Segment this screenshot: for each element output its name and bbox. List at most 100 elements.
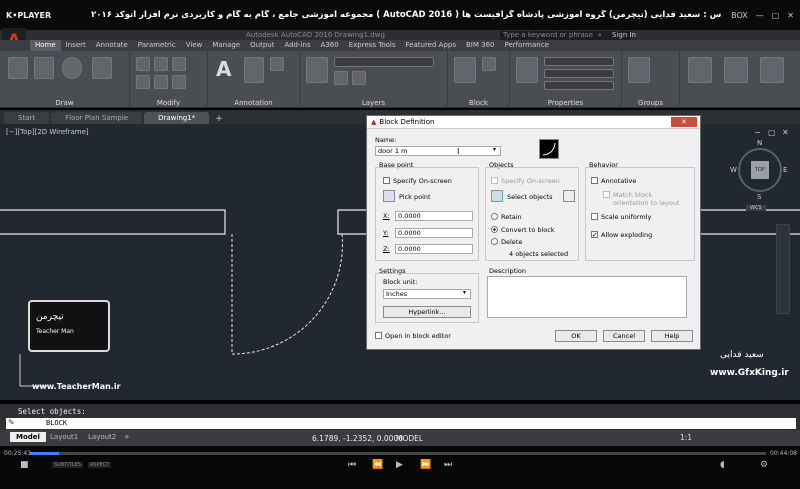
polyline-icon[interactable] [34, 57, 54, 79]
command-input[interactable]: BLOCK [6, 418, 796, 429]
name-dropdown-icon[interactable]: ▾ [493, 146, 496, 153]
clipboard-icon[interactable] [724, 57, 748, 83]
create-block-icon[interactable] [482, 57, 496, 71]
line-icon[interactable] [8, 57, 28, 79]
mirror-icon[interactable] [154, 75, 168, 89]
help-button[interactable]: Help [651, 330, 693, 342]
add-layout-icon[interactable]: + [118, 432, 136, 442]
circle-icon[interactable] [62, 57, 82, 79]
panel-block-title[interactable]: Block [448, 99, 509, 107]
viewport-minimize-icon[interactable]: − [754, 128, 761, 137]
model-space-button[interactable]: MODEL [396, 434, 423, 443]
select-objects-button[interactable]: Select objects [507, 193, 553, 201]
linetype-dropdown[interactable] [544, 69, 614, 78]
pick-point-icon[interactable] [383, 190, 395, 202]
subtitles-label[interactable]: SUBTITLES [52, 462, 83, 468]
layer-off-icon[interactable] [334, 71, 348, 85]
unit-dropdown-icon[interactable]: ▾ [463, 289, 466, 296]
panel-groups-title[interactable]: Groups [622, 99, 679, 107]
match-orientation-checkbox[interactable] [603, 191, 610, 198]
search-icon[interactable]: ⌕ [598, 31, 602, 40]
doc-tab-floor-plan[interactable]: Floor Plan Sample [51, 112, 143, 124]
dimension-icon[interactable] [244, 57, 264, 83]
maximize-icon[interactable]: ▢ [772, 11, 780, 20]
viewcube-south[interactable]: S [757, 193, 761, 201]
layout-tab-layout2[interactable]: Layout2 [82, 432, 122, 442]
viewcube-west[interactable]: W [730, 166, 737, 174]
rotate-icon[interactable] [154, 57, 168, 71]
tab-a360[interactable]: A360 [316, 40, 344, 51]
tab-add-ins[interactable]: Add-ins [279, 40, 315, 51]
tab-parametric[interactable]: Parametric [133, 40, 181, 51]
doc-tab-start[interactable]: Start [4, 112, 50, 124]
open-in-editor-checkbox[interactable] [375, 332, 382, 339]
doc-tab-drawing1[interactable]: Drawing1* [144, 112, 210, 124]
layout-tab-model[interactable]: Model [10, 432, 46, 442]
viewcube-east[interactable]: E [783, 166, 787, 174]
arc-icon[interactable] [92, 57, 112, 79]
scale-uniformly-checkbox[interactable] [591, 213, 598, 220]
close-icon[interactable]: ✕ [787, 11, 794, 20]
text-icon[interactable]: A [216, 57, 236, 83]
wcs-menu[interactable]: WCS [746, 205, 766, 211]
block-name-combobox[interactable]: door 1 m [375, 146, 501, 156]
allow-exploding-checkbox[interactable]: ✓ [591, 231, 598, 239]
annotation-scale[interactable]: 1:1 [680, 433, 692, 442]
quick-select-icon[interactable] [563, 190, 575, 202]
annotative-checkbox[interactable] [591, 177, 598, 184]
stop-icon[interactable]: ■ [20, 460, 29, 470]
rewind-icon[interactable]: ⏪ [372, 460, 383, 470]
layout-tab-layout1[interactable]: Layout1 [44, 432, 84, 442]
panel-layers-title[interactable]: Layers [300, 99, 447, 107]
viewport-restore-icon[interactable]: ▢ [768, 128, 776, 137]
tab-insert[interactable]: Insert [61, 40, 91, 51]
next-icon[interactable]: ⏭ [444, 460, 452, 470]
z-field[interactable]: 0.0000 [395, 244, 473, 254]
seek-bar[interactable] [30, 452, 766, 455]
y-field[interactable]: 0.0000 [395, 228, 473, 238]
viewport-close-icon[interactable]: ✕ [782, 128, 789, 137]
tab-home[interactable]: Home [30, 40, 61, 51]
lineweight-dropdown[interactable] [544, 81, 614, 90]
tab-annotate[interactable]: Annotate [91, 40, 133, 51]
navigation-bar[interactable] [776, 224, 790, 314]
block-unit-select[interactable]: Inches [383, 289, 471, 299]
tab-output[interactable]: Output [245, 40, 279, 51]
hyperlink-button[interactable]: Hyperlink... [383, 306, 471, 318]
dialog-close-button[interactable]: ✕ [671, 117, 697, 127]
tab-bim-360[interactable]: BIM 360 [461, 40, 500, 51]
match-properties-icon[interactable] [516, 57, 538, 83]
viewcube-north[interactable]: N [757, 139, 762, 147]
insert-block-icon[interactable] [454, 57, 476, 83]
group-icon[interactable] [628, 57, 650, 83]
aspect-label[interactable]: ASPECT [88, 462, 112, 468]
layer-dropdown[interactable] [334, 57, 434, 67]
play-icon[interactable]: ▶ [396, 460, 403, 470]
new-tab-icon[interactable]: + [211, 114, 227, 124]
panel-draw-title[interactable]: Draw [0, 99, 129, 107]
tab-view[interactable]: View [181, 40, 208, 51]
trim-icon[interactable] [172, 57, 186, 71]
panel-properties-title[interactable]: Properties [510, 99, 621, 107]
base-specify-checkbox[interactable] [383, 177, 390, 184]
panel-annotation-title[interactable]: Annotation [208, 99, 299, 107]
retain-radio[interactable] [491, 213, 498, 220]
volume-icon[interactable]: ◖ [720, 460, 725, 470]
pick-point-button[interactable]: Pick point [399, 193, 431, 201]
x-field[interactable]: 0.0000 [395, 211, 473, 221]
objects-specify-checkbox[interactable] [491, 177, 498, 184]
move-icon[interactable] [136, 57, 150, 71]
search-input[interactable]: Type a keyword or phrase [500, 30, 630, 40]
prev-icon[interactable]: ⏮ [348, 460, 356, 470]
table-icon[interactable] [270, 57, 284, 71]
tab-performance[interactable]: Performance [499, 40, 553, 51]
tab-manage[interactable]: Manage [207, 40, 245, 51]
sign-in-button[interactable]: Sign In [612, 31, 636, 39]
wrench-icon[interactable]: ✎ [8, 418, 15, 427]
description-textarea[interactable] [487, 276, 687, 318]
box-button[interactable]: BOX [731, 11, 748, 20]
panel-modify-title[interactable]: Modify [130, 99, 207, 107]
copy-icon[interactable] [136, 75, 150, 89]
viewport-controls[interactable]: [−][Top][2D Wireframe] [6, 128, 89, 136]
dialog-title-bar[interactable]: ▲ Block Definition [367, 116, 700, 129]
